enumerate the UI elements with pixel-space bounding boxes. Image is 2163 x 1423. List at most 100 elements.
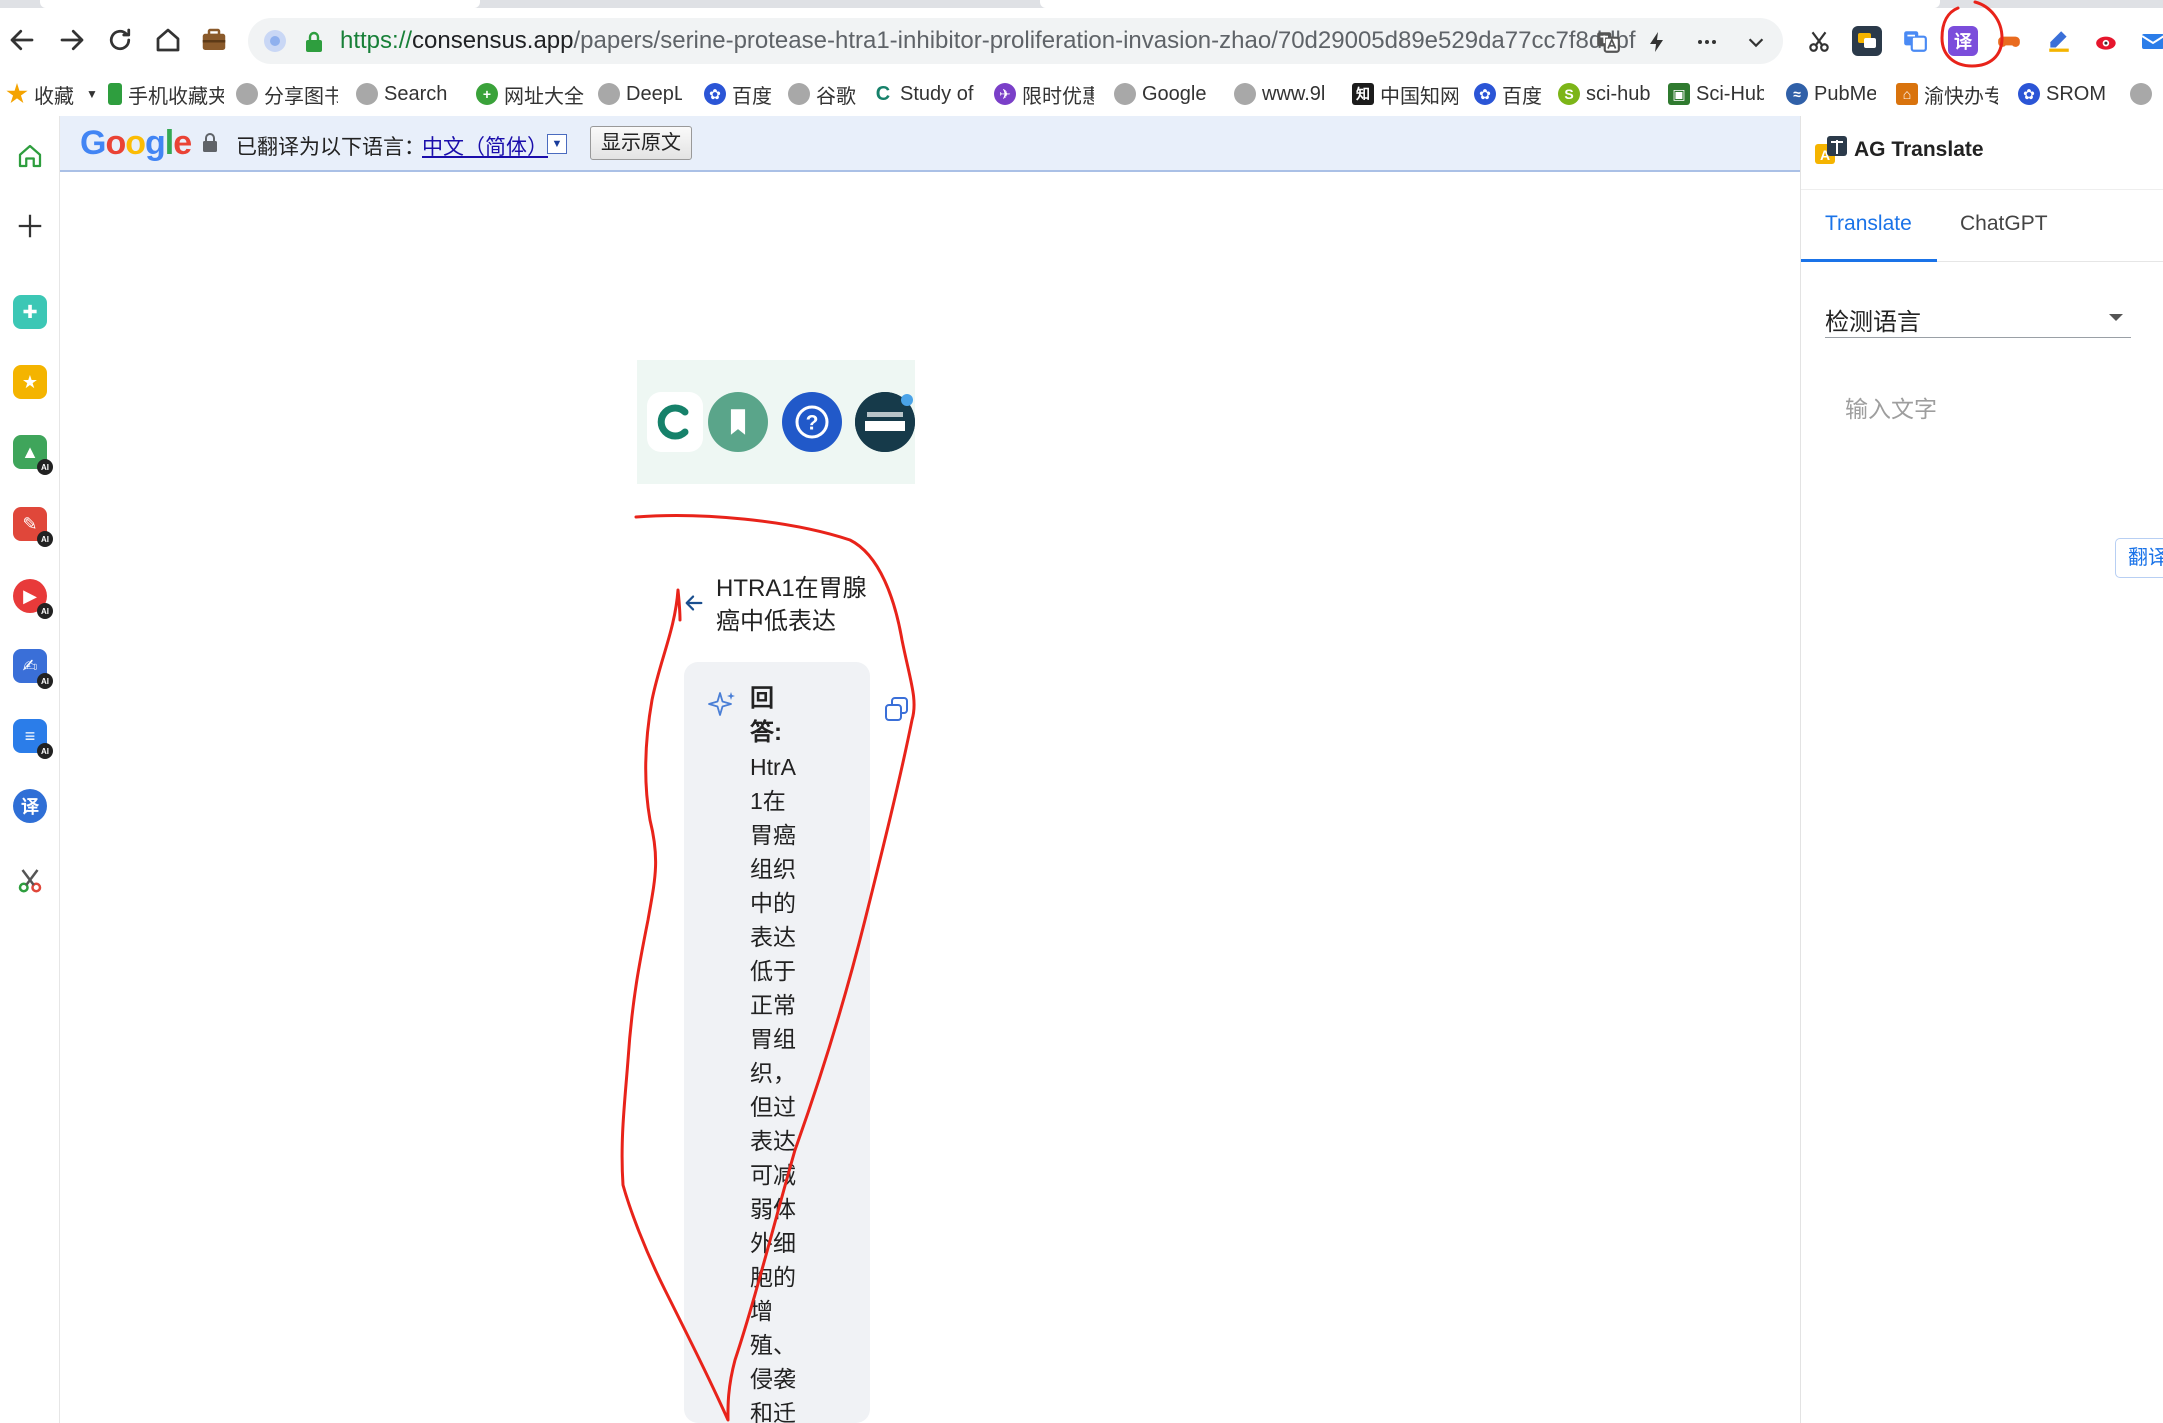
game-extension[interactable]: [1994, 26, 2024, 56]
copy-icon[interactable]: [884, 696, 910, 722]
bookmark-item[interactable]: 谷歌: [788, 80, 864, 108]
bookmark-label: 渝快办专: [1924, 85, 1998, 108]
sidebar-app[interactable]: ✚: [10, 292, 50, 332]
sidebar-app[interactable]: ▶ AI: [10, 576, 53, 619]
bookmark-item[interactable]: Search: [356, 80, 460, 108]
arrow-right-icon: [60, 29, 84, 51]
bookmark-item[interactable]: 收藏: [6, 80, 98, 108]
bookmark-item[interactable]: S sci-hub: [1558, 80, 1650, 108]
bookmark-label: www.9l: [1262, 82, 1326, 105]
tab-translate[interactable]: Translate: [1825, 212, 1912, 236]
bookmark-item[interactable]: ▣ Sci-Hub: [1668, 80, 1764, 108]
sidebar-home[interactable]: [10, 136, 50, 176]
toolbox-button[interactable]: [192, 18, 236, 62]
paw-icon: ✿: [1474, 83, 1496, 105]
weibo-extension[interactable]: [2092, 26, 2122, 56]
bookmark-label: 百度: [732, 85, 772, 108]
panel-tabs: Translate ChatGPT: [1801, 190, 2163, 262]
image-ai-icon: ▲ AI: [13, 435, 53, 475]
paw-icon: ✿: [2018, 83, 2040, 105]
bookmark-item[interactable]: 知 中国知网: [1352, 80, 1458, 108]
active-tab-indicator: [1801, 259, 1937, 262]
consensus-logo-icon[interactable]: [647, 392, 703, 452]
plus-circle-icon: +: [476, 83, 498, 105]
browser-tab[interactable]: [40, 0, 480, 8]
browser-tab[interactable]: [1040, 0, 1940, 8]
bookmarks-menu-toggle[interactable]: ▼: [86, 80, 100, 108]
more-button[interactable]: [1691, 26, 1723, 58]
bookmark-item[interactable]: ✈ 限时优惠: [994, 80, 1094, 108]
bookmark-label: PubMe: [1814, 82, 1876, 105]
bookmark-label: 收藏: [34, 85, 74, 108]
target-language-link[interactable]: 中文（简体）: [422, 131, 548, 161]
sidebar-app[interactable]: ✎ AI: [10, 504, 53, 547]
home-icon: [18, 144, 42, 168]
back-arrow-icon[interactable]: [683, 592, 705, 614]
video-ai-icon: ▶ AI: [13, 579, 53, 619]
studenthub-button[interactable]: [855, 392, 915, 452]
scissors-extension[interactable]: [1804, 26, 1834, 56]
phone-icon: [108, 83, 122, 105]
google-translate-extension[interactable]: [1900, 26, 1930, 56]
url-text: https://consensus.app/papers/serine-prot…: [340, 27, 1636, 55]
bookmark-item[interactable]: ⌂ 渝快办专: [1896, 80, 1998, 108]
bookmark-item[interactable]: 手机收藏夹: [108, 80, 224, 108]
answer-card: 回答: HtrA1在胃癌组织中的表达低于正常胃组织，但过表达可减弱体外细胞的增殖…: [684, 662, 870, 1423]
bookmark-label: 谷歌: [816, 85, 856, 108]
translated-to-label: 已翻译为以下语言：: [236, 136, 425, 159]
url-dropdown-button[interactable]: [1740, 26, 1772, 58]
bookmark-label: 限时优惠: [1022, 85, 1094, 108]
address-bar[interactable]: https://consensus.app/papers/serine-prot…: [248, 18, 1783, 64]
bookmark-item[interactable]: ✿ 百度: [1474, 80, 1550, 108]
ag-translate-extension[interactable]: [1852, 26, 1882, 56]
mail-extension[interactable]: [2140, 26, 2163, 56]
home-button[interactable]: [146, 18, 190, 62]
bookmark-item[interactable]: DeepL: [598, 80, 682, 108]
sidebar-app[interactable]: ★: [10, 362, 50, 402]
reload-button[interactable]: [98, 18, 142, 62]
sidebar-app[interactable]: ≡ AI: [10, 716, 53, 759]
source-language-select[interactable]: 检测语言: [1825, 296, 2131, 338]
source-text-input[interactable]: 输入文字: [1845, 390, 1937, 424]
bookmark-item[interactable]: Google: [1114, 80, 1216, 108]
bookmark-label: 分享图书: [264, 85, 338, 108]
site-info-icon[interactable]: [264, 30, 286, 52]
bookmark-item[interactable]: C Study of: [872, 80, 974, 108]
help-button[interactable]: ?: [782, 392, 842, 452]
sidebar-app[interactable]: 译: [10, 786, 50, 826]
translate-page-button[interactable]: [1592, 26, 1624, 58]
back-button[interactable]: [0, 18, 44, 62]
bookmark-item[interactable]: 分享图书: [236, 80, 338, 108]
tab-chatgpt[interactable]: ChatGPT: [1960, 212, 2048, 236]
scissors-icon: [1809, 31, 1829, 52]
bookmark-item[interactable]: ✿ 百度: [704, 80, 780, 108]
paw-icon: ✿: [704, 83, 726, 105]
pencil-extension[interactable]: [2044, 26, 2074, 56]
translator-extension-highlighted[interactable]: 译: [1948, 26, 1978, 56]
translate-button[interactable]: 翻译: [2115, 538, 2163, 578]
browser-toolbar: https://consensus.app/papers/serine-prot…: [0, 8, 2163, 72]
bookmark-item[interactable]: ✿ SROM: [2018, 80, 2106, 108]
bookmark-item[interactable]: www.9l: [1234, 80, 1330, 108]
bookmark-item[interactable]: + 网址大全: [476, 80, 584, 108]
write-ai-icon: ✍ AI: [13, 649, 53, 689]
forward-button[interactable]: [50, 18, 94, 62]
answer-title: 回答:: [750, 685, 782, 746]
bookmark-overflow[interactable]: [2130, 80, 2163, 108]
lock-icon: [203, 133, 217, 152]
sidebar-app[interactable]: ▲ AI: [10, 432, 53, 475]
question-icon: ?: [795, 405, 829, 439]
reload-icon: [109, 28, 131, 51]
sidebar-app[interactable]: ✍ AI: [10, 646, 53, 689]
pdf-ai-icon: ✎ AI: [13, 507, 53, 547]
language-dropdown-button[interactable]: ▼: [547, 134, 567, 154]
building-icon: ⌂: [1896, 83, 1918, 105]
sidebar-add[interactable]: [10, 206, 50, 246]
bookmark-button[interactable]: [708, 392, 768, 452]
flash-button[interactable]: [1641, 26, 1673, 58]
sidebar-app[interactable]: [10, 860, 50, 900]
source-language-value: 检测语言: [1825, 309, 1921, 336]
bookmark-item[interactable]: ≈ PubMe: [1786, 80, 1876, 108]
show-original-button[interactable]: 显示原文: [590, 126, 692, 160]
url-path: /papers/serine-protease-htra1-inhibitor-…: [573, 27, 1636, 54]
